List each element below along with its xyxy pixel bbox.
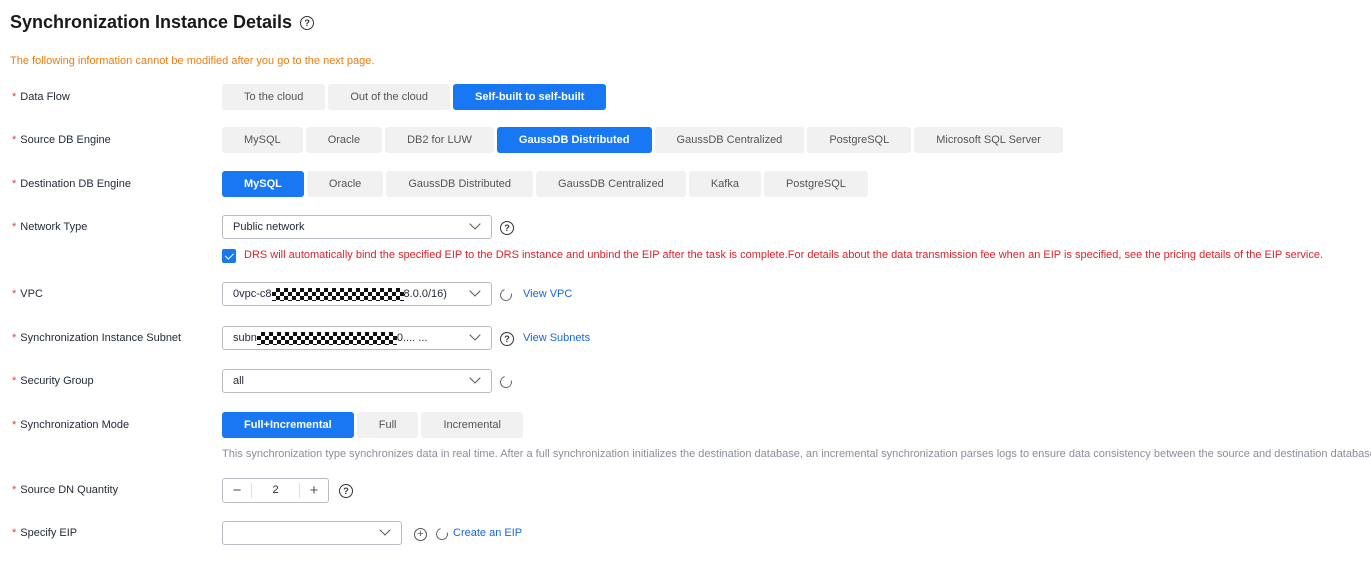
chevron-down-icon xyxy=(469,372,481,384)
network-type-label: * Network Type xyxy=(12,221,88,233)
dest-engine-option[interactable]: GaussDB Centralized xyxy=(536,171,686,197)
sync-mode-selector: Full+Incremental Full Incremental xyxy=(222,412,523,438)
help-icon[interactable]: ? xyxy=(339,484,353,498)
dn-quantity-value[interactable]: 2 xyxy=(251,483,300,498)
eip-select[interactable] xyxy=(222,521,402,545)
source-engine-option[interactable]: MySQL xyxy=(222,127,303,153)
dest-engine-selector: MySQL Oracle GaussDB Distributed GaussDB… xyxy=(222,171,868,197)
vpc-label: * VPC xyxy=(12,288,43,300)
data-flow-option[interactable]: Self-built to self-built xyxy=(453,84,607,110)
help-icon[interactable]: ? xyxy=(500,221,514,235)
required-icon: * xyxy=(12,91,17,103)
decrement-button[interactable]: − xyxy=(223,482,251,499)
sync-mode-hint: This synchronization type synchronizes d… xyxy=(222,448,1371,460)
dest-engine-option[interactable]: PostgreSQL xyxy=(763,171,868,197)
data-flow-label: * Data Flow xyxy=(12,91,70,103)
required-icon: * xyxy=(12,332,17,344)
dest-engine-option[interactable]: Kafka xyxy=(688,171,761,197)
help-icon[interactable]: ? xyxy=(300,15,315,30)
increment-button[interactable]: + xyxy=(300,482,328,499)
source-engine-label: * Source DB Engine xyxy=(12,134,111,146)
required-icon: * xyxy=(12,288,17,300)
eip-label: * Specify EIP xyxy=(12,527,78,539)
required-icon: * xyxy=(12,221,17,233)
vpc-select[interactable]: 0vpc-c8 8.0.0/16) xyxy=(222,282,492,306)
required-icon: * xyxy=(12,134,17,146)
refresh-icon[interactable] xyxy=(433,525,451,543)
chevron-down-icon xyxy=(469,329,481,341)
subnet-select[interactable]: subn 0.... ... xyxy=(222,326,492,350)
data-flow-option[interactable]: To the cloud xyxy=(222,84,326,110)
source-engine-option[interactable]: GaussDB Centralized xyxy=(654,127,805,153)
source-engine-option[interactable]: Microsoft SQL Server xyxy=(914,127,1063,153)
data-flow-selector: To the cloud Out of the cloud Self-built… xyxy=(222,84,607,110)
dn-quantity-label: * Source DN Quantity xyxy=(12,484,119,496)
source-engine-option[interactable]: DB2 for LUW xyxy=(385,127,494,153)
notice-text: The following information cannot be modi… xyxy=(10,55,375,67)
eip-notice-checkbox[interactable] xyxy=(222,249,236,263)
data-flow-option[interactable]: Out of the cloud xyxy=(328,84,450,110)
sync-mode-label: * Synchronization Mode xyxy=(12,419,130,431)
refresh-icon[interactable] xyxy=(497,373,515,391)
source-engine-option[interactable]: GaussDB Distributed xyxy=(496,127,652,153)
dest-engine-option[interactable]: Oracle xyxy=(306,171,384,197)
redacted-mask xyxy=(271,287,404,301)
required-icon: * xyxy=(12,178,17,190)
dest-engine-label: * Destination DB Engine xyxy=(12,178,131,190)
page-title: Synchronization Instance Details ? xyxy=(10,12,315,33)
redacted-mask xyxy=(256,331,397,345)
add-circle-icon[interactable]: + xyxy=(414,528,427,541)
create-eip-link[interactable]: Create an EIP xyxy=(453,527,522,539)
source-engine-option[interactable]: Oracle xyxy=(305,127,383,153)
required-icon: * xyxy=(12,527,17,539)
view-subnets-link[interactable]: View Subnets xyxy=(523,332,590,344)
view-vpc-link[interactable]: View VPC xyxy=(523,288,572,300)
chevron-down-icon xyxy=(469,285,481,297)
dest-engine-option[interactable]: GaussDB Distributed xyxy=(386,171,534,197)
source-engine-option[interactable]: PostgreSQL xyxy=(807,127,912,153)
sync-mode-option[interactable]: Full xyxy=(356,412,419,438)
refresh-icon[interactable] xyxy=(497,286,515,304)
security-group-select[interactable]: all xyxy=(222,369,492,393)
source-engine-selector: MySQL Oracle DB2 for LUW GaussDB Distrib… xyxy=(222,127,1063,153)
subnet-label: * Synchronization Instance Subnet xyxy=(12,332,182,344)
dn-quantity-stepper: − 2 + xyxy=(222,478,329,503)
required-icon: * xyxy=(12,375,17,387)
sync-mode-option[interactable]: Incremental xyxy=(421,412,523,438)
security-group-label: * Security Group xyxy=(12,375,94,387)
sync-mode-option[interactable]: Full+Incremental xyxy=(222,412,354,438)
chevron-down-icon xyxy=(469,218,481,230)
help-icon[interactable]: ? xyxy=(500,332,514,346)
chevron-down-icon xyxy=(379,524,391,536)
dest-engine-option[interactable]: MySQL xyxy=(222,171,304,197)
network-type-select[interactable]: Public network xyxy=(222,215,492,239)
required-icon: * xyxy=(12,419,17,431)
required-icon: * xyxy=(12,484,17,496)
eip-notice-text: DRS will automatically bind the specifie… xyxy=(244,249,1323,261)
